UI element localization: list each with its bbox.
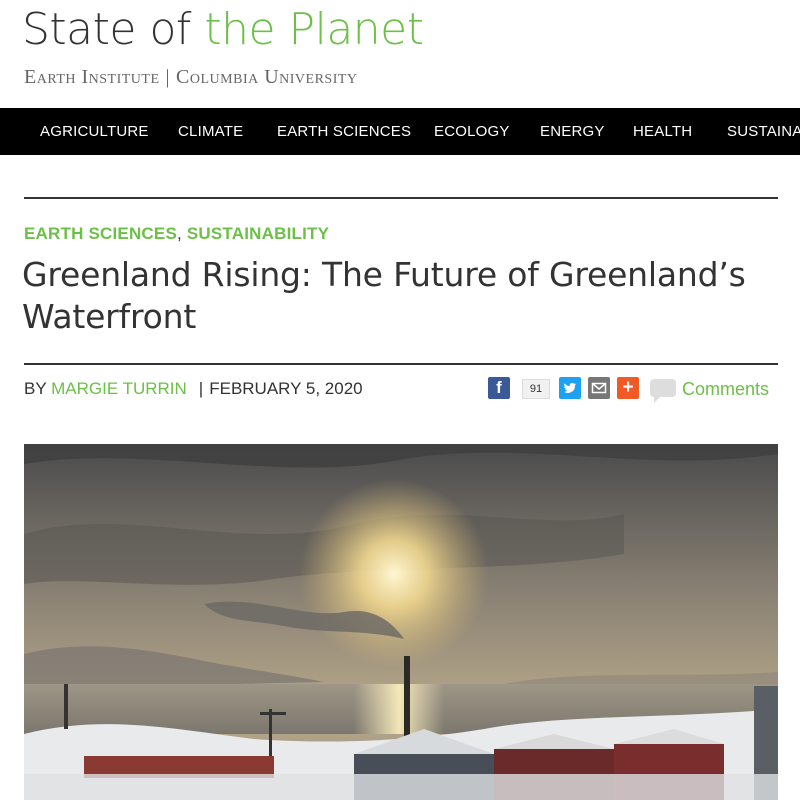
category-link-earth-sciences[interactable]: EARTH SCIENCES (24, 224, 177, 243)
site-subtitle[interactable]: Earth Institute | Columbia University (24, 66, 358, 89)
main-navigation: AGRICULTURE CLIMATE EARTH SCIENCES ECOLO… (0, 108, 800, 155)
site-title[interactable]: State of the Planet (22, 2, 424, 58)
comments-link[interactable]: Comments (682, 377, 769, 401)
nav-item-energy[interactable]: ENERGY (540, 108, 605, 155)
nav-item-agriculture[interactable]: AGRICULTURE (40, 108, 149, 155)
twitter-share-button[interactable] (559, 377, 581, 399)
masthead: State of the Planet Earth Institute | Colu… (0, 0, 800, 108)
envelope-icon (591, 382, 607, 394)
subtitle-earth-institute: Earth Institute (24, 66, 160, 88)
facebook-share-button[interactable]: f (488, 377, 510, 399)
title-divider (24, 363, 778, 365)
greenland-waterfront-photo (24, 444, 778, 800)
hero-image (24, 444, 778, 800)
article-title: Greenland Rising: The Future of Greenlan… (22, 255, 746, 336)
publish-date: FEBRUARY 5, 2020 (209, 379, 363, 398)
category-link-sustainability[interactable]: SUSTAINABILITY (187, 224, 329, 243)
nav-item-sustainability[interactable]: SUSTAINA (727, 108, 800, 155)
top-divider (24, 197, 778, 199)
nav-item-health[interactable]: HEALTH (633, 108, 692, 155)
comment-bubble-icon[interactable] (650, 379, 676, 403)
facebook-icon: f (496, 378, 502, 397)
more-share-button[interactable]: + (617, 377, 639, 399)
share-count: 91 (522, 379, 550, 399)
nav-item-ecology[interactable]: ECOLOGY (434, 108, 510, 155)
plus-icon: + (622, 377, 634, 398)
email-share-button[interactable] (588, 377, 610, 399)
site-title-part2: the Planet (204, 4, 424, 55)
byline-separator: | (198, 379, 204, 398)
article-categories: EARTH SCIENCES, SUSTAINABILITY (24, 224, 329, 244)
site-title-part1: State of (22, 4, 205, 55)
nav-item-climate[interactable]: CLIMATE (178, 108, 243, 155)
nav-item-earth-sciences[interactable]: EARTH SCIENCES (277, 108, 411, 155)
category-separator: , (177, 224, 182, 243)
subtitle-columbia: Columbia University (176, 66, 358, 88)
twitter-bird-icon (564, 382, 576, 393)
byline-prefix: BY (24, 379, 52, 398)
author-link[interactable]: MARGIE TURRIN (51, 379, 187, 398)
subtitle-separator: | (165, 66, 171, 88)
article-byline: BY MARGIE TURRIN | FEBRUARY 5, 2020 (24, 379, 363, 399)
